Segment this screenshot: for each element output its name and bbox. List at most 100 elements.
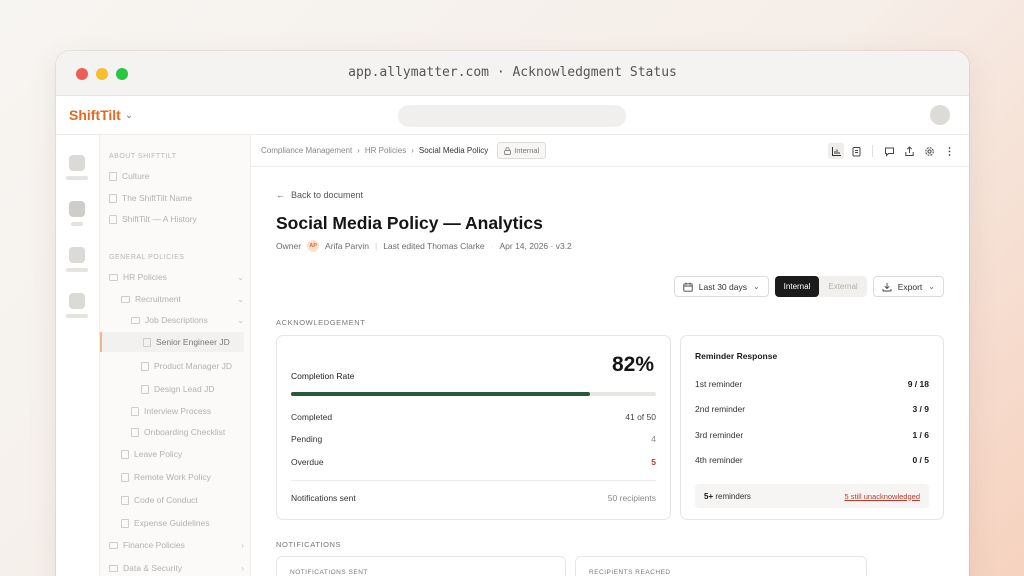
analytics-button[interactable] [828, 143, 844, 159]
pending-row: Pending 4 [291, 434, 656, 444]
last-edited: Last edited Thomas Clarke [383, 241, 485, 251]
divider [291, 480, 656, 481]
completion-progress-bar [291, 392, 656, 396]
sidebar-item-job-descriptions[interactable]: Job Descriptions ⌄ [131, 310, 244, 330]
acknowledgement-section-label: ACKNOWLEDGEMENT [276, 318, 366, 327]
sidebar-section-about: ABOUT SHIFTTILT [109, 153, 177, 160]
edited-date: Apr 14, 2026 · v3.2 [499, 241, 572, 251]
sidebar-item-onboarding-checklist[interactable]: Onboarding Checklist [131, 422, 244, 442]
workspace-switcher[interactable]: ShiftTilt ⌄ [69, 107, 133, 123]
chevron-down-icon: ⌄ [752, 282, 760, 291]
folder-icon [131, 316, 140, 324]
window-title: app.allymatter.com · Acknowledgment Stat… [348, 65, 677, 80]
breadcrumb-compliance[interactable]: Compliance Management [261, 146, 352, 155]
overdue-row: Overdue 5 [291, 457, 656, 467]
document-icon [141, 361, 149, 371]
toggle-external[interactable]: External [819, 276, 866, 297]
rail-item-3[interactable] [66, 247, 88, 272]
reminder-row: 3rd reminder 1 / 6 [695, 430, 929, 440]
more-vertical-icon [948, 146, 950, 156]
notifications-sent-card: NOTIFICATIONS SENT [276, 556, 566, 576]
sidebar-item-interview-process[interactable]: Interview Process [131, 401, 244, 421]
sidebar-item-name[interactable]: The ShiftTilt Name [109, 188, 244, 208]
owner-name[interactable]: Arifa Parvin [325, 241, 369, 251]
breadcrumb-current: Social Media Policy [418, 146, 489, 155]
sidebar-item-data-security[interactable]: Data & Security › [109, 558, 244, 576]
document-icon [121, 495, 129, 505]
sidebar: ABOUT SHIFTTILT Culture The ShiftTilt Na… [100, 135, 251, 576]
toggle-internal[interactable]: Internal [774, 276, 820, 297]
visibility-badge: Internal [497, 142, 547, 159]
clipboard-button[interactable] [848, 143, 864, 159]
document-icon [121, 449, 129, 459]
sidebar-item-product-manager-jd[interactable]: Product Manager JD [141, 356, 244, 376]
comment-icon [884, 147, 894, 157]
more-button[interactable] [941, 143, 957, 159]
folder-icon [121, 295, 130, 303]
completion-rate-label: Completion Rate [291, 371, 355, 381]
settings-button[interactable] [921, 143, 937, 159]
gear-icon [924, 146, 934, 156]
analytics-controls: Last 30 days ⌄ Internal External Export … [673, 276, 944, 297]
document-icon [131, 427, 139, 437]
sidebar-item-senior-engineer-jd[interactable]: Senior Engineer JD [100, 332, 244, 352]
sidebar-item-remote-work[interactable]: Remote Work Policy [121, 467, 244, 487]
reminder-summary: 5+ reminders 5 still unacknowledged [695, 484, 929, 508]
reminder-row: 4th reminder 0 / 5 [695, 455, 929, 465]
completion-rate-value: 82% [611, 353, 654, 376]
owner-avatar: AP [307, 240, 320, 252]
sidebar-item-hr-policies[interactable]: HR Policies ⌄ [109, 267, 244, 287]
reminder-response-card: Reminder Response 1st reminder 9 / 18 2nd… [680, 335, 944, 520]
breadcrumb: Compliance Management › HR Policies › So… [251, 135, 969, 167]
sidebar-item-finance-policies[interactable]: Finance Policies › [109, 535, 244, 555]
search-input[interactable] [398, 105, 626, 127]
document-icon [131, 406, 139, 416]
lock-icon [504, 146, 512, 155]
sidebar-item-culture[interactable]: Culture [109, 166, 244, 186]
back-to-document-link[interactable]: ← Back to document [276, 190, 363, 200]
share-button[interactable] [901, 143, 917, 159]
chevron-down-icon: ⌄ [928, 282, 935, 291]
date-range-select[interactable]: Last 30 days ⌄ [673, 276, 769, 297]
audience-toggle: Internal External [774, 276, 867, 297]
chevron-down-icon: ⌄ [237, 315, 244, 325]
sidebar-section-general: GENERAL POLICIES [109, 254, 185, 261]
reminder-count: 5+ [704, 491, 714, 501]
sidebar-item-leave-policy[interactable]: Leave Policy [121, 444, 244, 464]
document-icon [121, 518, 129, 528]
completion-progress-fill [291, 392, 591, 396]
sidebar-item-expense-guidelines[interactable]: Expense Guidelines [121, 513, 244, 533]
breadcrumb-hr-policies[interactable]: HR Policies [365, 146, 406, 155]
folder-icon [109, 564, 118, 572]
page-title: Social Media Policy — Analytics [276, 213, 543, 233]
chevron-down-icon: ⌄ [237, 272, 244, 282]
user-avatar[interactable] [930, 105, 950, 125]
chevron-right-icon: › [241, 563, 244, 573]
notifications-section-label: NOTIFICATIONS [276, 540, 342, 549]
reminder-label: reminders [715, 491, 751, 501]
rail-item-4[interactable] [66, 293, 88, 318]
reminder-response-title: Reminder Response [695, 351, 778, 361]
chevron-down-icon: ⌄ [237, 294, 244, 304]
recipients-reached-card: RECIPIENTS REACHED [575, 556, 867, 576]
reminder-row: 1st reminder 9 / 18 [695, 379, 929, 389]
brand-name: ShiftTilt [69, 107, 121, 123]
rail-item-2[interactable] [68, 201, 86, 226]
sidebar-item-history[interactable]: ShiftTilt — A History [109, 209, 244, 229]
export-button[interactable]: Export ⌄ [872, 276, 944, 297]
chevron-right-icon: › [241, 540, 244, 550]
breadcrumb-separator: › [357, 146, 360, 155]
rail-item-1[interactable] [66, 155, 88, 180]
title-bar: app.allymatter.com · Acknowledgment Stat… [56, 51, 969, 96]
completed-row: Completed 41 of 50 [291, 412, 656, 422]
download-icon [882, 282, 892, 291]
unacknowledged-link[interactable]: 5 still unacknowledged [845, 492, 920, 501]
notifications-row: Notifications sent 50 recipients [291, 493, 656, 503]
sidebar-item-code-of-conduct[interactable]: Code of Conduct [121, 490, 244, 510]
document-toolbar [828, 143, 957, 159]
comment-button[interactable] [881, 143, 897, 159]
sidebar-item-recruitment[interactable]: Recruitment ⌄ [121, 289, 244, 309]
sidebar-item-design-lead-jd[interactable]: Design Lead JD [141, 379, 244, 399]
icon-rail [56, 135, 100, 576]
share-icon [904, 145, 914, 156]
